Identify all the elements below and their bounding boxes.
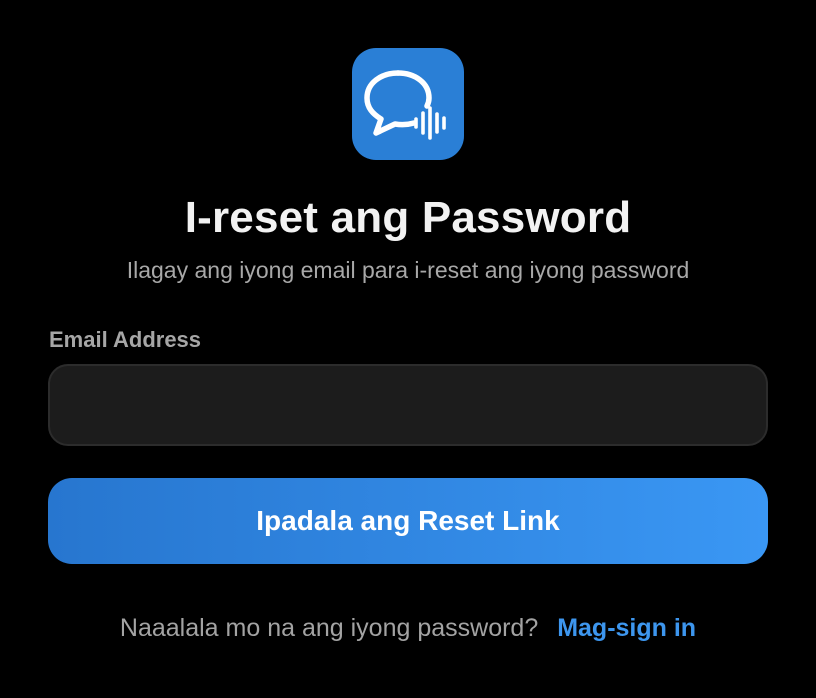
page-subtitle: Ilagay ang iyong email para i-reset ang … [126,257,690,283]
footer: Naaalala mo na ang iyong password? Mag-s… [0,612,816,644]
signin-link[interactable]: Mag-sign in [557,614,696,642]
page-title: I-reset ang Password [184,193,632,242]
signin-prompt: Naaalala mo na ang iyong password? [119,614,539,642]
email-field[interactable] [48,364,768,446]
app-logo [352,48,464,160]
send-reset-link-button[interactable]: Ipadala ang Reset Link [48,478,768,564]
chat-bubble-soundwave-icon [364,70,446,140]
email-label: Email Address [49,327,202,352]
reset-password-page: I-reset ang Password Ilagay ang iyong em… [0,0,816,698]
